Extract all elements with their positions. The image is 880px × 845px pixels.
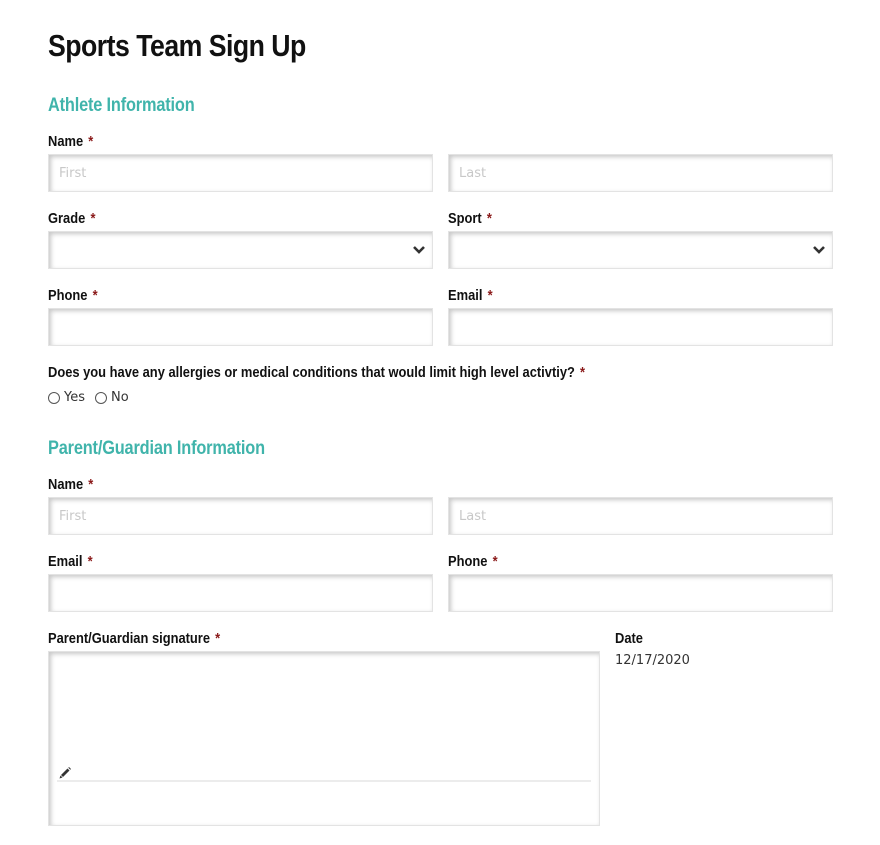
radio-yes[interactable] [48, 391, 60, 404]
grade-select[interactable] [48, 231, 433, 269]
label-text: Phone [48, 287, 88, 304]
parent-name-label: Name * [48, 476, 93, 493]
label-text: Phone [448, 553, 488, 570]
required-asterisk: * [87, 553, 93, 570]
medical-option-no[interactable]: No [95, 390, 129, 405]
date-label: Date [615, 630, 643, 647]
sport-label: Sport * [448, 210, 492, 227]
sport-select[interactable] [448, 231, 833, 269]
required-asterisk: * [486, 210, 492, 227]
radio-no[interactable] [95, 391, 107, 404]
required-asterisk: * [492, 553, 498, 570]
chevron-down-icon [413, 246, 425, 254]
required-asterisk: * [487, 287, 493, 304]
label-text: Sport [448, 210, 482, 227]
signature-label: Parent/Guardian signature * [48, 630, 220, 647]
required-asterisk: * [215, 630, 221, 647]
label-text: Grade [48, 210, 86, 227]
grade-label: Grade * [48, 210, 95, 227]
label-text: Name [48, 133, 84, 150]
athlete-phone-input[interactable] [48, 308, 433, 346]
signature-pad[interactable] [48, 651, 600, 826]
athlete-email-label: Email * [448, 287, 493, 304]
pencil-icon [59, 767, 71, 779]
required-asterisk: * [88, 476, 94, 493]
signature-line [57, 780, 591, 782]
label-text: Parent/Guardian signature [48, 630, 211, 647]
parent-phone-input[interactable] [448, 574, 833, 612]
athlete-name-label: Name * [48, 133, 93, 150]
date-value: 12/17/2020 [615, 653, 690, 668]
section-heading-parent: Parent/Guardian Information [48, 438, 265, 459]
radio-label: Yes [64, 390, 85, 405]
athlete-phone-label: Phone * [48, 287, 98, 304]
required-asterisk: * [92, 287, 98, 304]
label-text: Name [48, 476, 84, 493]
parent-last-name-input[interactable] [448, 497, 833, 535]
athlete-email-input[interactable] [448, 308, 833, 346]
label-text: Email [448, 287, 483, 304]
parent-first-name-input[interactable] [48, 497, 433, 535]
parent-phone-label: Phone * [448, 553, 498, 570]
medical-option-yes[interactable]: Yes [48, 390, 85, 405]
radio-label: No [111, 390, 129, 405]
label-text: Email [48, 553, 83, 570]
page-title: Sports Team Sign Up [48, 28, 306, 63]
parent-email-input[interactable] [48, 574, 433, 612]
medical-radio-group: Yes No [48, 390, 139, 405]
section-heading-athlete: Athlete Information [48, 95, 195, 116]
label-text: Does you have any allergies or medical c… [48, 364, 575, 381]
required-asterisk: * [88, 133, 94, 150]
medical-question-label: Does you have any allergies or medical c… [48, 364, 585, 381]
athlete-last-name-input[interactable] [448, 154, 833, 192]
required-asterisk: * [90, 210, 96, 227]
athlete-first-name-input[interactable] [48, 154, 433, 192]
parent-email-label: Email * [48, 553, 93, 570]
required-asterisk: * [580, 364, 586, 381]
chevron-down-icon [813, 246, 825, 254]
